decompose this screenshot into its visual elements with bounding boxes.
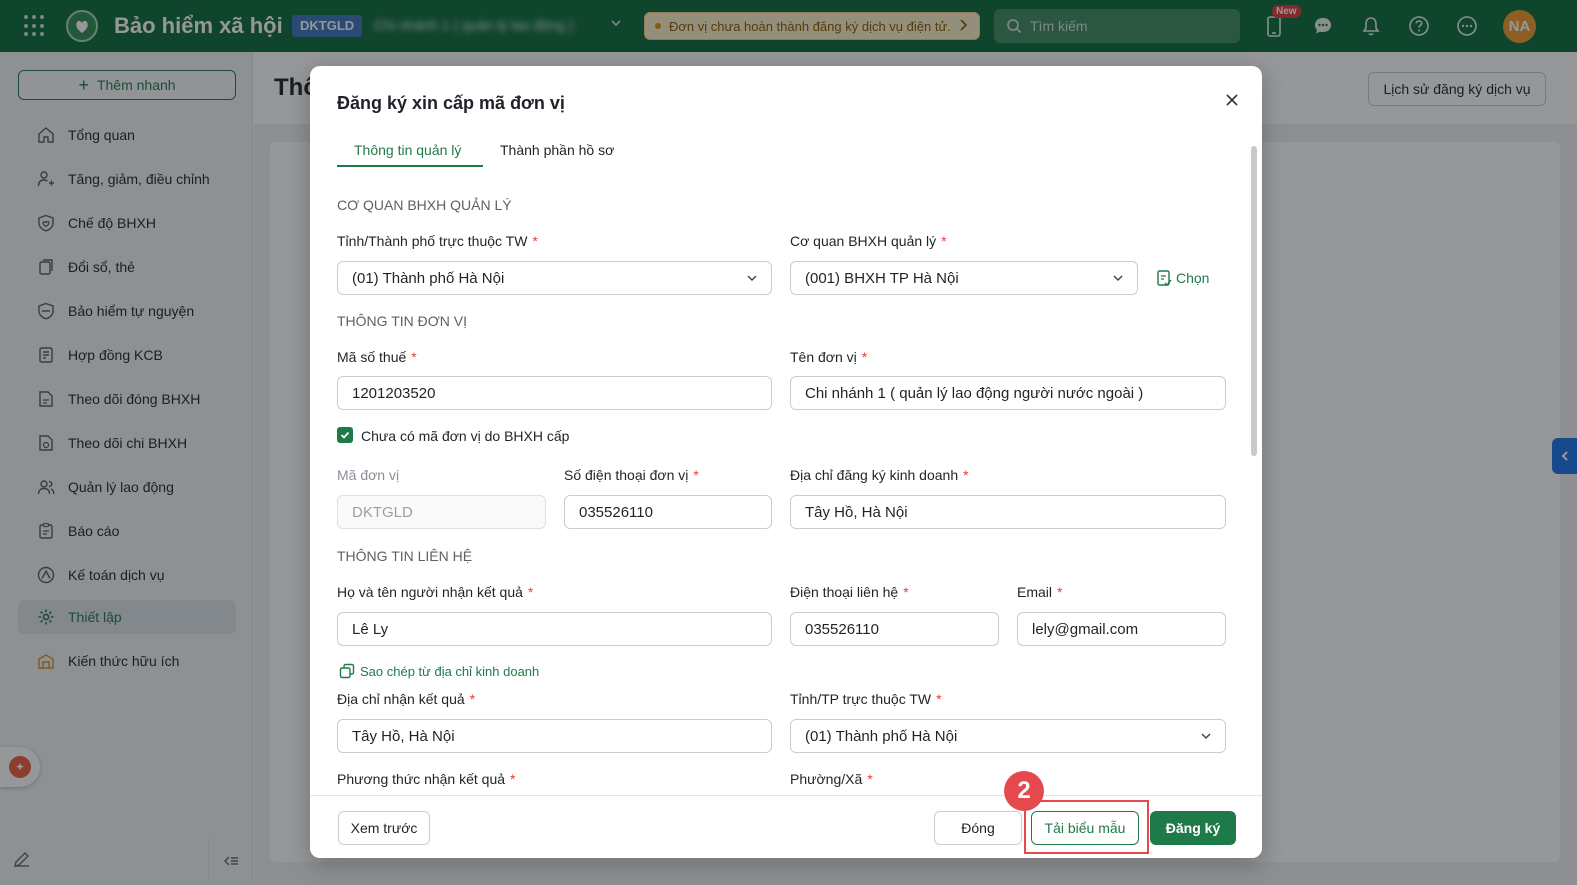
close-icon[interactable] xyxy=(1220,88,1244,112)
result-province-select[interactable]: (01) Thành phố Hà Nội xyxy=(790,719,1226,753)
unit-phone-input[interactable]: 035526110 xyxy=(564,495,772,529)
tab-management-info[interactable]: Thông tin quản lý xyxy=(354,142,461,158)
business-address-label: Địa chỉ đăng ký kinh doanh * xyxy=(790,467,969,483)
unit-name-label: Tên đơn vị * xyxy=(790,349,868,365)
chevron-down-icon xyxy=(1199,729,1213,747)
tax-code-label: Mã số thuế * xyxy=(337,349,417,365)
business-address-input[interactable]: Tây Hồ, Hà Nội xyxy=(790,495,1226,529)
ward-label: Phường/Xã * xyxy=(790,771,873,787)
result-address-input[interactable]: Tây Hồ, Hà Nội xyxy=(337,719,772,753)
choose-agency-link[interactable]: Chọn xyxy=(1156,269,1209,287)
section-contact-heading: THÔNG TIN LIÊN HỆ xyxy=(337,548,473,564)
recipient-name-label: Họ và tên người nhận kết quả * xyxy=(337,584,534,600)
agency-label: Cơ quan BHXH quản lý * xyxy=(790,233,947,249)
annotation-step-badge: 2 xyxy=(1004,771,1044,811)
copy-business-address-link[interactable]: Sao chép từ địa chỉ kinh doanh xyxy=(339,663,539,679)
checkmark-icon xyxy=(340,431,350,439)
register-unit-code-dialog: Đăng ký xin cấp mã đơn vị Thông tin quản… xyxy=(310,66,1262,858)
dialog-title: Đăng ký xin cấp mã đơn vị xyxy=(337,93,565,113)
section-unit-heading: THÔNG TIN ĐƠN VỊ xyxy=(337,313,467,329)
contact-phone-input[interactable]: 035526110 xyxy=(790,612,999,646)
province-select[interactable]: (01) Thành phố Hà Nội xyxy=(337,261,772,295)
unit-name-input[interactable]: Chi nhánh 1 ( quản lý lao động người nướ… xyxy=(790,376,1226,410)
unit-code-input: DKTGLD xyxy=(337,495,546,529)
unit-phone-label: Số điện thoại đơn vị * xyxy=(564,467,699,483)
result-address-label: Địa chỉ nhận kết quả * xyxy=(337,691,476,707)
register-button[interactable]: Đăng ký xyxy=(1150,811,1236,845)
contact-phone-label: Điện thoại liên hệ * xyxy=(790,584,909,600)
result-province-label: Tỉnh/TP trực thuộc TW * xyxy=(790,691,942,707)
unit-code-label: Mã đơn vị xyxy=(337,467,400,483)
email-label: Email * xyxy=(1017,584,1063,600)
copy-icon xyxy=(339,663,355,679)
annotation-highlight-box xyxy=(1024,800,1149,854)
section-agency-heading: CƠ QUAN BHXH QUẢN LÝ xyxy=(337,197,512,213)
chevron-down-icon xyxy=(745,271,759,289)
receive-method-label: Phương thức nhận kết quả * xyxy=(337,771,516,787)
no-unit-code-label[interactable]: Chưa có mã đơn vị do BHXH cấp xyxy=(361,428,569,444)
tax-code-input[interactable]: 1201203520 xyxy=(337,376,772,410)
recipient-name-input[interactable]: Lê Ly xyxy=(337,612,772,646)
close-button[interactable]: Đóng xyxy=(934,811,1022,845)
agency-select[interactable]: (001) BHXH TP Hà Nội xyxy=(790,261,1138,295)
no-unit-code-checkbox[interactable] xyxy=(337,427,353,443)
preview-button[interactable]: Xem trước xyxy=(338,811,430,845)
tab-document-components[interactable]: Thành phần hồ sơ xyxy=(500,142,614,158)
email-field[interactable]: lely@gmail.com xyxy=(1017,612,1226,646)
province-label: Tỉnh/Thành phố trực thuộc TW * xyxy=(337,233,538,249)
checklist-icon xyxy=(1157,270,1172,287)
chevron-down-icon xyxy=(1111,271,1125,289)
active-tab-indicator xyxy=(337,165,483,167)
dialog-scrollbar[interactable] xyxy=(1251,146,1257,456)
